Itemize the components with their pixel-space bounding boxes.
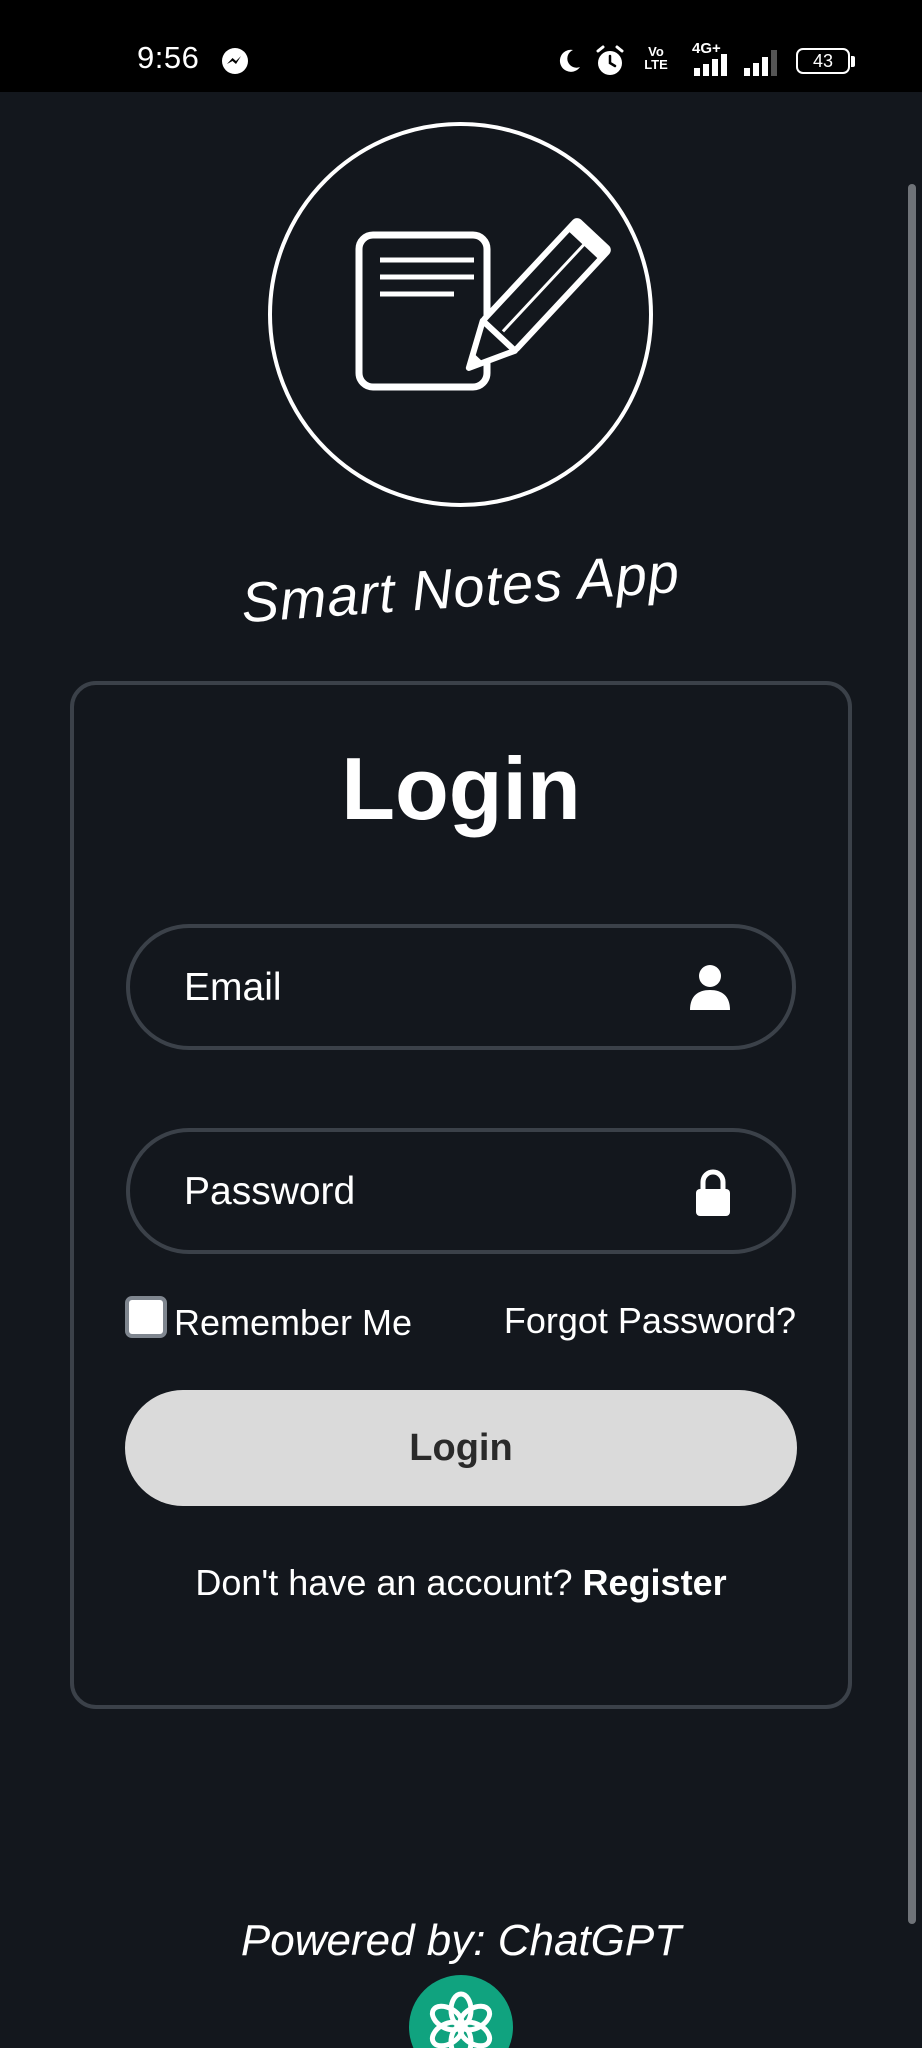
login-button[interactable]: Login — [125, 1390, 797, 1506]
openai-icon — [429, 1991, 493, 2048]
signal-1-icon — [694, 54, 727, 76]
battery-level: 43 — [812, 51, 834, 71]
volte-indicator: Vo LTE — [644, 44, 668, 72]
user-icon — [690, 965, 730, 1010]
email-field[interactable]: Email — [126, 924, 796, 1050]
moon-icon — [559, 49, 580, 72]
status-bar: 9:56 Vo LTE 4G+ 43 — [0, 0, 922, 92]
register-prompt: Don't have an account? — [195, 1562, 573, 1603]
scrollbar[interactable] — [908, 184, 916, 1924]
register-row: Don't have an account? Register — [0, 1562, 922, 1604]
email-placeholder: Email — [184, 966, 282, 1009]
login-heading: Login — [341, 739, 581, 838]
login-screen: 9:56 Vo LTE 4G+ 43 Smart Notes App Login… — [0, 0, 922, 2048]
password-placeholder: Password — [184, 1170, 356, 1213]
status-time: 9:56 — [137, 40, 200, 75]
signal-2-icon — [744, 50, 777, 76]
powered-by-text: Powered by: ChatGPT — [240, 1916, 682, 1965]
battery-indicator: 43 — [796, 48, 850, 74]
remember-me-checkbox[interactable] — [125, 1296, 167, 1338]
battery-tip — [851, 56, 855, 67]
notepad-pencil-icon — [355, 218, 611, 391]
app-title: Smart Notes App — [239, 540, 682, 635]
forgot-password-link[interactable]: Forgot Password? — [504, 1300, 796, 1342]
messenger-icon — [222, 48, 248, 74]
register-link[interactable]: Register — [583, 1562, 727, 1603]
remember-me-label[interactable]: Remember Me — [174, 1302, 412, 1344]
lock-icon — [696, 1169, 730, 1216]
alarm-icon — [596, 45, 624, 75]
password-field[interactable]: Password — [126, 1128, 796, 1254]
